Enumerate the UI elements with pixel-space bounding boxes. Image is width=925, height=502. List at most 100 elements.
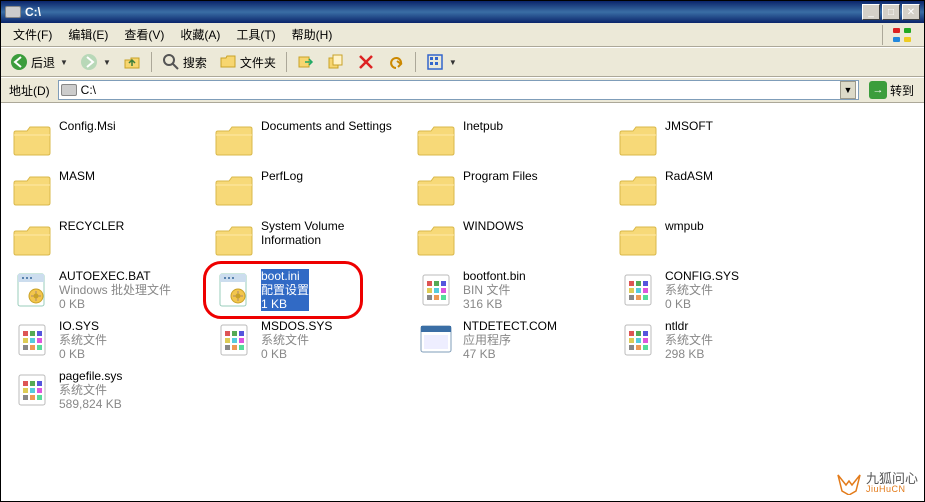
file-item[interactable]: Program Files [411,165,613,215]
file-name: RadASM [665,169,713,183]
search-icon [162,53,180,71]
file-name: CONFIG.SYS [665,269,739,283]
menu-view[interactable]: 查看(V) [116,24,172,45]
menubar: 文件(F) 编辑(E) 查看(V) 收藏(A) 工具(T) 帮助(H) [1,23,924,47]
file-item[interactable]: System Volume Information [209,215,411,265]
delete-icon [357,53,375,71]
file-name: wmpub [665,219,704,233]
undo-button[interactable] [382,50,410,74]
file-name: MASM [59,169,95,183]
back-label: 后退 [31,54,55,71]
move-to-button[interactable] [292,50,320,74]
file-item[interactable]: pagefile.sys系统文件589,824 KB [7,365,209,415]
up-button[interactable] [118,50,146,74]
folder-icon [415,169,457,211]
menu-help[interactable]: 帮助(H) [284,24,341,45]
menu-file[interactable]: 文件(F) [5,24,60,45]
file-name: Inetpub [463,119,503,133]
forward-button[interactable]: ▼ [75,50,116,74]
file-name: System Volume Information [261,219,407,247]
delete-button[interactable] [352,50,380,74]
file-item[interactable]: NTDETECT.COM应用程序47 KB [411,315,613,365]
go-button[interactable]: → 转到 [863,79,920,101]
folder-icon [213,169,255,211]
file-labels: Inetpub [463,119,503,133]
file-item[interactable]: bootfont.binBIN 文件316 KB [411,265,613,315]
file-item[interactable]: AUTOEXEC.BATWindows 批处理文件0 KB [7,265,209,315]
minimize-button[interactable]: _ [862,4,880,20]
file-labels: WINDOWS [463,219,524,233]
sys-icon [11,369,53,411]
folder-icon [213,119,255,161]
file-labels: Program Files [463,169,538,183]
file-name: Documents and Settings [261,119,392,133]
folders-button[interactable]: 文件夹 [214,50,281,74]
bat-icon [11,269,53,311]
window-title: C:\ [25,5,862,19]
file-name: bootfont.bin [463,269,526,283]
file-item[interactable]: WINDOWS [411,215,613,265]
file-item[interactable]: RadASM [613,165,815,215]
file-name: WINDOWS [463,219,524,233]
file-item[interactable]: JMSOFT [613,115,815,165]
file-item[interactable]: CONFIG.SYS系统文件0 KB [613,265,815,315]
menu-favorites[interactable]: 收藏(A) [172,24,228,45]
file-labels: boot.ini配置设置1 KB [261,269,309,311]
sys-icon [617,319,659,361]
file-name: pagefile.sys [59,369,122,383]
file-type: 系统文件 [59,383,122,397]
file-size: 1 KB [261,297,309,311]
file-labels: Documents and Settings [261,119,392,133]
address-dropdown[interactable]: ▼ [840,81,856,99]
file-item[interactable]: Documents and Settings [209,115,411,165]
views-button[interactable]: ▼ [421,50,462,74]
menu-edit[interactable]: 编辑(E) [60,24,116,45]
file-pane[interactable]: Config.Msi Documents and Settings Inetpub J… [3,105,922,499]
address-label: 地址(D) [5,82,54,99]
file-name: ntldr [665,319,713,333]
file-item[interactable]: MSDOS.SYS系统文件0 KB [209,315,411,365]
menu-tools[interactable]: 工具(T) [228,24,283,45]
file-item[interactable]: wmpub [613,215,815,265]
file-name: PerfLog [261,169,303,183]
maximize-button[interactable]: □ [882,4,900,20]
file-labels: pagefile.sys系统文件589,824 KB [59,369,122,411]
toolbar: 后退 ▼ ▼ 搜索 文件夹 ▼ [1,47,924,77]
file-name: Program Files [463,169,538,183]
file-item[interactable]: Config.Msi [7,115,209,165]
folder-icon [617,219,659,261]
file-size: 0 KB [261,347,332,361]
address-path: C:\ [81,83,836,97]
search-button[interactable]: 搜索 [157,50,212,74]
ini-icon [213,269,255,311]
folders-icon [219,53,237,71]
file-name: RECYCLER [59,219,124,233]
views-icon [426,53,444,71]
file-item[interactable]: MASM [7,165,209,215]
back-button[interactable]: 后退 ▼ [5,50,73,74]
file-item[interactable]: IO.SYS系统文件0 KB [7,315,209,365]
file-name: IO.SYS [59,319,107,333]
drive-icon [61,84,77,96]
file-labels: wmpub [665,219,704,233]
file-size: 298 KB [665,347,713,361]
windows-logo [882,25,920,45]
close-button[interactable]: ✕ [902,4,920,20]
address-input[interactable]: C:\ ▼ [58,80,859,100]
sys-icon [11,319,53,361]
file-name: boot.ini [261,269,309,283]
folder-icon [617,169,659,211]
file-item[interactable]: PerfLog [209,165,411,215]
addressbar: 地址(D) C:\ ▼ → 转到 [1,77,924,103]
file-item[interactable]: Inetpub [411,115,613,165]
file-item[interactable]: boot.ini配置设置1 KB [209,265,411,315]
file-labels: MASM [59,169,95,183]
file-size: 0 KB [665,297,739,311]
file-labels: PerfLog [261,169,303,183]
file-item[interactable]: ntldr系统文件298 KB [613,315,815,365]
file-type: 应用程序 [463,333,557,347]
file-item[interactable]: RECYCLER [7,215,209,265]
go-icon: → [869,81,887,99]
folders-label: 文件夹 [240,54,276,71]
copy-to-button[interactable] [322,50,350,74]
